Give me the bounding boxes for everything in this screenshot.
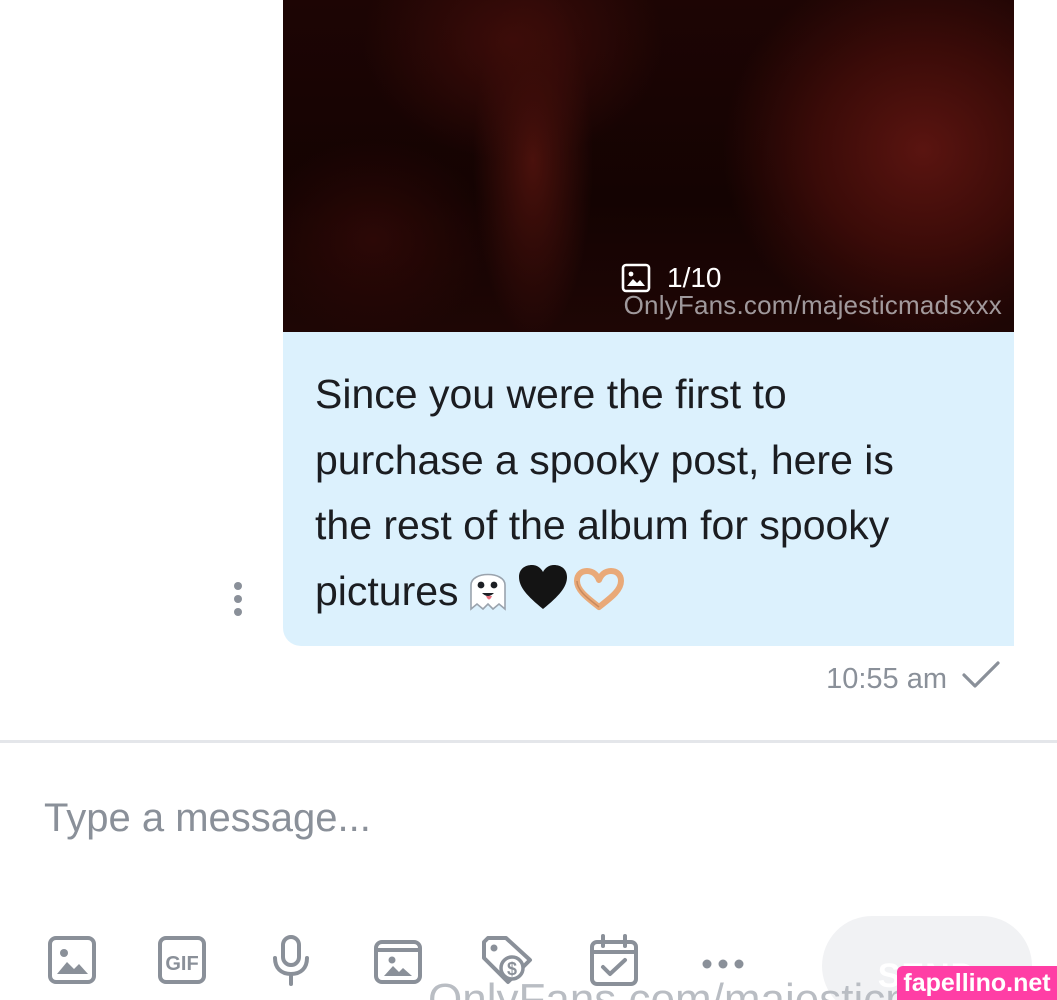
black-heart-emoji [517, 563, 569, 633]
checkmark-icon [961, 660, 1001, 698]
message-bubble[interactable]: Since you were the first to purchase a s… [283, 332, 1014, 646]
microphone-icon[interactable] [264, 934, 320, 990]
site-watermark: fapellino.net [897, 966, 1057, 1000]
vault-icon[interactable] [372, 934, 428, 990]
message-time: 10:55 am [826, 662, 947, 695]
message-text: Since you were the first to purchase a s… [315, 362, 982, 632]
svg-text:GIF: GIF [165, 953, 198, 975]
ghost-emoji [461, 563, 515, 633]
image-icon [621, 263, 651, 293]
composer-divider [0, 740, 1057, 743]
bottom-watermark: OnlyFans.com/majesticm [428, 975, 922, 1000]
message-input[interactable] [44, 790, 944, 846]
dot [234, 595, 242, 603]
image-icon[interactable] [46, 934, 102, 990]
message-options-button[interactable] [226, 582, 250, 616]
dot [234, 582, 242, 590]
gif-icon[interactable]: GIF [156, 934, 212, 990]
message-meta: 10:55 am [826, 660, 1001, 698]
media-watermark: OnlyFans.com/majesticmadsxxx [623, 290, 1002, 320]
media-attachment[interactable]: 1/10 OnlyFans.com/majesticmadsxxx [283, 0, 1014, 332]
dot [234, 608, 242, 616]
heart-hands-emoji [571, 567, 627, 633]
chat-screen: 1/10 OnlyFans.com/majesticmadsxxx Since … [0, 0, 1057, 1000]
